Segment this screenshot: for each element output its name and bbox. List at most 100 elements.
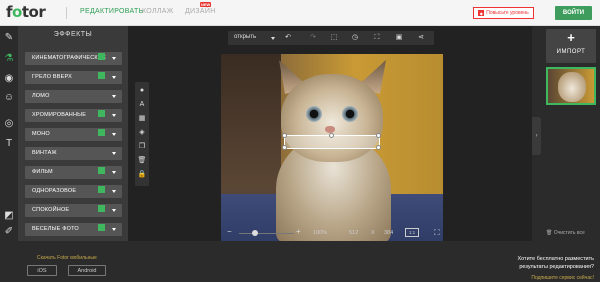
- zoom-slider-track[interactable]: [239, 233, 294, 234]
- actual-size-button[interactable]: 1:1: [405, 228, 419, 237]
- plus-icon: +: [567, 30, 575, 45]
- premium-icon: [98, 205, 105, 212]
- frame-circle-icon[interactable]: ◎: [3, 118, 15, 130]
- edit-square-icon[interactable]: ✐: [3, 226, 15, 238]
- effect-label: ВИНТАЖ: [32, 150, 57, 156]
- resize-handle[interactable]: [329, 133, 334, 138]
- login-button[interactable]: ВОЙТИ: [555, 6, 592, 20]
- tool-strip: ✎ ⚗ ◉ ☺ ◎ T ◩ ✐: [0, 26, 18, 241]
- save-icon[interactable]: ▣: [394, 33, 404, 43]
- premium-icon: [98, 110, 105, 117]
- cat-eye-right: [342, 106, 358, 122]
- effect-item[interactable]: ВЕСЕЛЫЕ ФОТО: [25, 223, 122, 236]
- chevron-down-icon: [112, 57, 116, 60]
- image-height: 384: [384, 230, 394, 236]
- clear-all-button[interactable]: 🗑 Очистить все: [546, 230, 585, 236]
- undo-icon[interactable]: ↶: [283, 33, 293, 43]
- effect-item[interactable]: ВИНТАЖ: [25, 147, 122, 160]
- nav-design[interactable]: ДИЗАЙН: [185, 8, 216, 15]
- promo-area: Хотите бесплатно разместить результаты р…: [128, 241, 600, 282]
- effect-item[interactable]: СПОКОЙНОЕ: [25, 204, 122, 217]
- clear-all-label: Очистить все: [553, 230, 585, 236]
- text-icon[interactable]: T: [3, 138, 15, 150]
- chevron-down-icon: [112, 114, 116, 117]
- import-button[interactable]: + ИМПОРТ: [546, 29, 596, 63]
- resize-handle[interactable]: [282, 145, 287, 150]
- effect-label: ФИЛЬМ: [32, 169, 53, 175]
- pattern-icon[interactable]: ▦: [137, 114, 147, 124]
- lock-icon[interactable]: 🔒: [137, 170, 147, 180]
- beauty-face-icon[interactable]: ☺: [3, 92, 15, 104]
- ios-button[interactable]: iOS: [27, 265, 57, 276]
- premium-icon: [98, 129, 105, 136]
- nav-edit[interactable]: РЕДАКТИРОВАТЬ: [80, 8, 143, 15]
- duplicate-icon[interactable]: ❐: [137, 142, 147, 152]
- nav-collage[interactable]: КОЛЛАЖ: [142, 8, 174, 15]
- zoom-percent: 100%: [313, 230, 328, 236]
- dimension-separator: X: [371, 230, 375, 236]
- premium-icon: [98, 72, 105, 79]
- effect-item[interactable]: ХРОМИРОВАННЫЕ: [25, 109, 122, 122]
- cat-photo[interactable]: [221, 54, 443, 244]
- top-bar: fotor РЕДАКТИРОВАТЬ КОЛЛАЖ ДИЗАЙН NEW ◆ …: [0, 0, 600, 26]
- effect-item[interactable]: ЛОМО: [25, 90, 122, 103]
- effect-label: КИНЕМАТОГРАФИЧЕСКОЕ: [32, 55, 107, 61]
- effect-label: СПОКОЙНОЕ: [32, 207, 70, 213]
- history-icon[interactable]: ◷: [350, 33, 360, 43]
- compare-icon[interactable]: ⬚: [329, 33, 339, 43]
- circle-icon[interactable]: ●: [137, 86, 147, 96]
- premium-icon: [98, 224, 105, 231]
- zoom-slider-handle[interactable]: [252, 230, 258, 236]
- effect-label: ГРЕЛО ВВЕРХ: [32, 74, 73, 80]
- diamond-icon: ◆: [478, 10, 485, 16]
- effects-flask-icon[interactable]: ⚗: [3, 53, 15, 65]
- zoom-in-icon[interactable]: +: [296, 227, 301, 236]
- edit-brush-icon[interactable]: ✎: [3, 32, 15, 44]
- fotor-logo[interactable]: fotor: [6, 3, 46, 21]
- open-button[interactable]: открыть: [234, 34, 256, 40]
- zoom-out-icon[interactable]: −: [227, 227, 232, 236]
- thumbnail-cat: [558, 72, 586, 102]
- crop-icon[interactable]: ⛶: [372, 33, 382, 43]
- resize-handle[interactable]: [376, 133, 381, 138]
- effect-item[interactable]: МОНО: [25, 128, 122, 141]
- chevron-down-icon[interactable]: [271, 37, 275, 40]
- effects-title: ЭФФЕКТЫ: [53, 31, 93, 38]
- promo-link[interactable]: Подпишите сервис сейчас!: [531, 275, 594, 281]
- chevron-right-icon: ›: [535, 133, 538, 139]
- effect-item[interactable]: ОДНОРАЗОВОЕ: [25, 185, 122, 198]
- chevron-down-icon: [112, 171, 116, 174]
- android-button[interactable]: Android: [68, 265, 106, 276]
- share-icon[interactable]: ⋖: [416, 33, 426, 43]
- chevron-down-icon: [112, 228, 116, 231]
- effect-item[interactable]: ГРЕЛО ВВЕРХ: [25, 71, 122, 84]
- beauty-eye-icon[interactable]: ◉: [3, 73, 15, 85]
- resize-handle[interactable]: [376, 145, 381, 150]
- image-thumbnail[interactable]: [546, 67, 596, 105]
- canvas-area: открыть ↶ ↷ ⬚ ◷ ⛶ ▣ ⋖ ● A ▦ ◈ ❐ 🗑 🔒 − + …: [128, 26, 532, 244]
- chevron-down-icon: [112, 190, 116, 193]
- upgrade-button[interactable]: ◆ Повысьте уровень: [473, 7, 534, 19]
- texture-icon[interactable]: ◩: [3, 210, 15, 222]
- effect-item[interactable]: ФИЛЬМ: [25, 166, 122, 179]
- effects-panel: ЭФФЕКТЫ КИНЕМАТОГРАФИЧЕСКОЕ ГРЕЛО ВВЕРХ ЛО…: [18, 26, 128, 241]
- chevron-down-icon: [112, 95, 116, 98]
- layers-icon[interactable]: ◈: [137, 128, 147, 138]
- logo-tor: tor: [21, 3, 46, 21]
- text-a-icon[interactable]: A: [137, 100, 147, 110]
- divider: [66, 7, 67, 19]
- fullscreen-icon[interactable]: ⛶: [434, 228, 440, 238]
- mobile-download-label[interactable]: Скачать Fotor мобильные: [37, 255, 97, 261]
- premium-icon: [98, 186, 105, 193]
- zoom-bar: − + 100% 512 X 384 1:1 ⛶: [221, 226, 453, 240]
- chevron-down-icon: [112, 152, 116, 155]
- collapse-panel-button[interactable]: ›: [532, 117, 541, 155]
- trash-icon[interactable]: 🗑: [137, 156, 147, 166]
- redo-icon[interactable]: ↷: [308, 33, 318, 43]
- upgrade-label: Повысьте уровень: [486, 10, 529, 16]
- chevron-down-icon: [112, 133, 116, 136]
- resize-handle[interactable]: [282, 133, 287, 138]
- promo-text: Хотите бесплатно разместить результаты р…: [517, 256, 595, 270]
- effect-item[interactable]: КИНЕМАТОГРАФИЧЕСКОЕ: [25, 52, 122, 65]
- effect-label: ВЕСЕЛЫЕ ФОТО: [32, 226, 79, 232]
